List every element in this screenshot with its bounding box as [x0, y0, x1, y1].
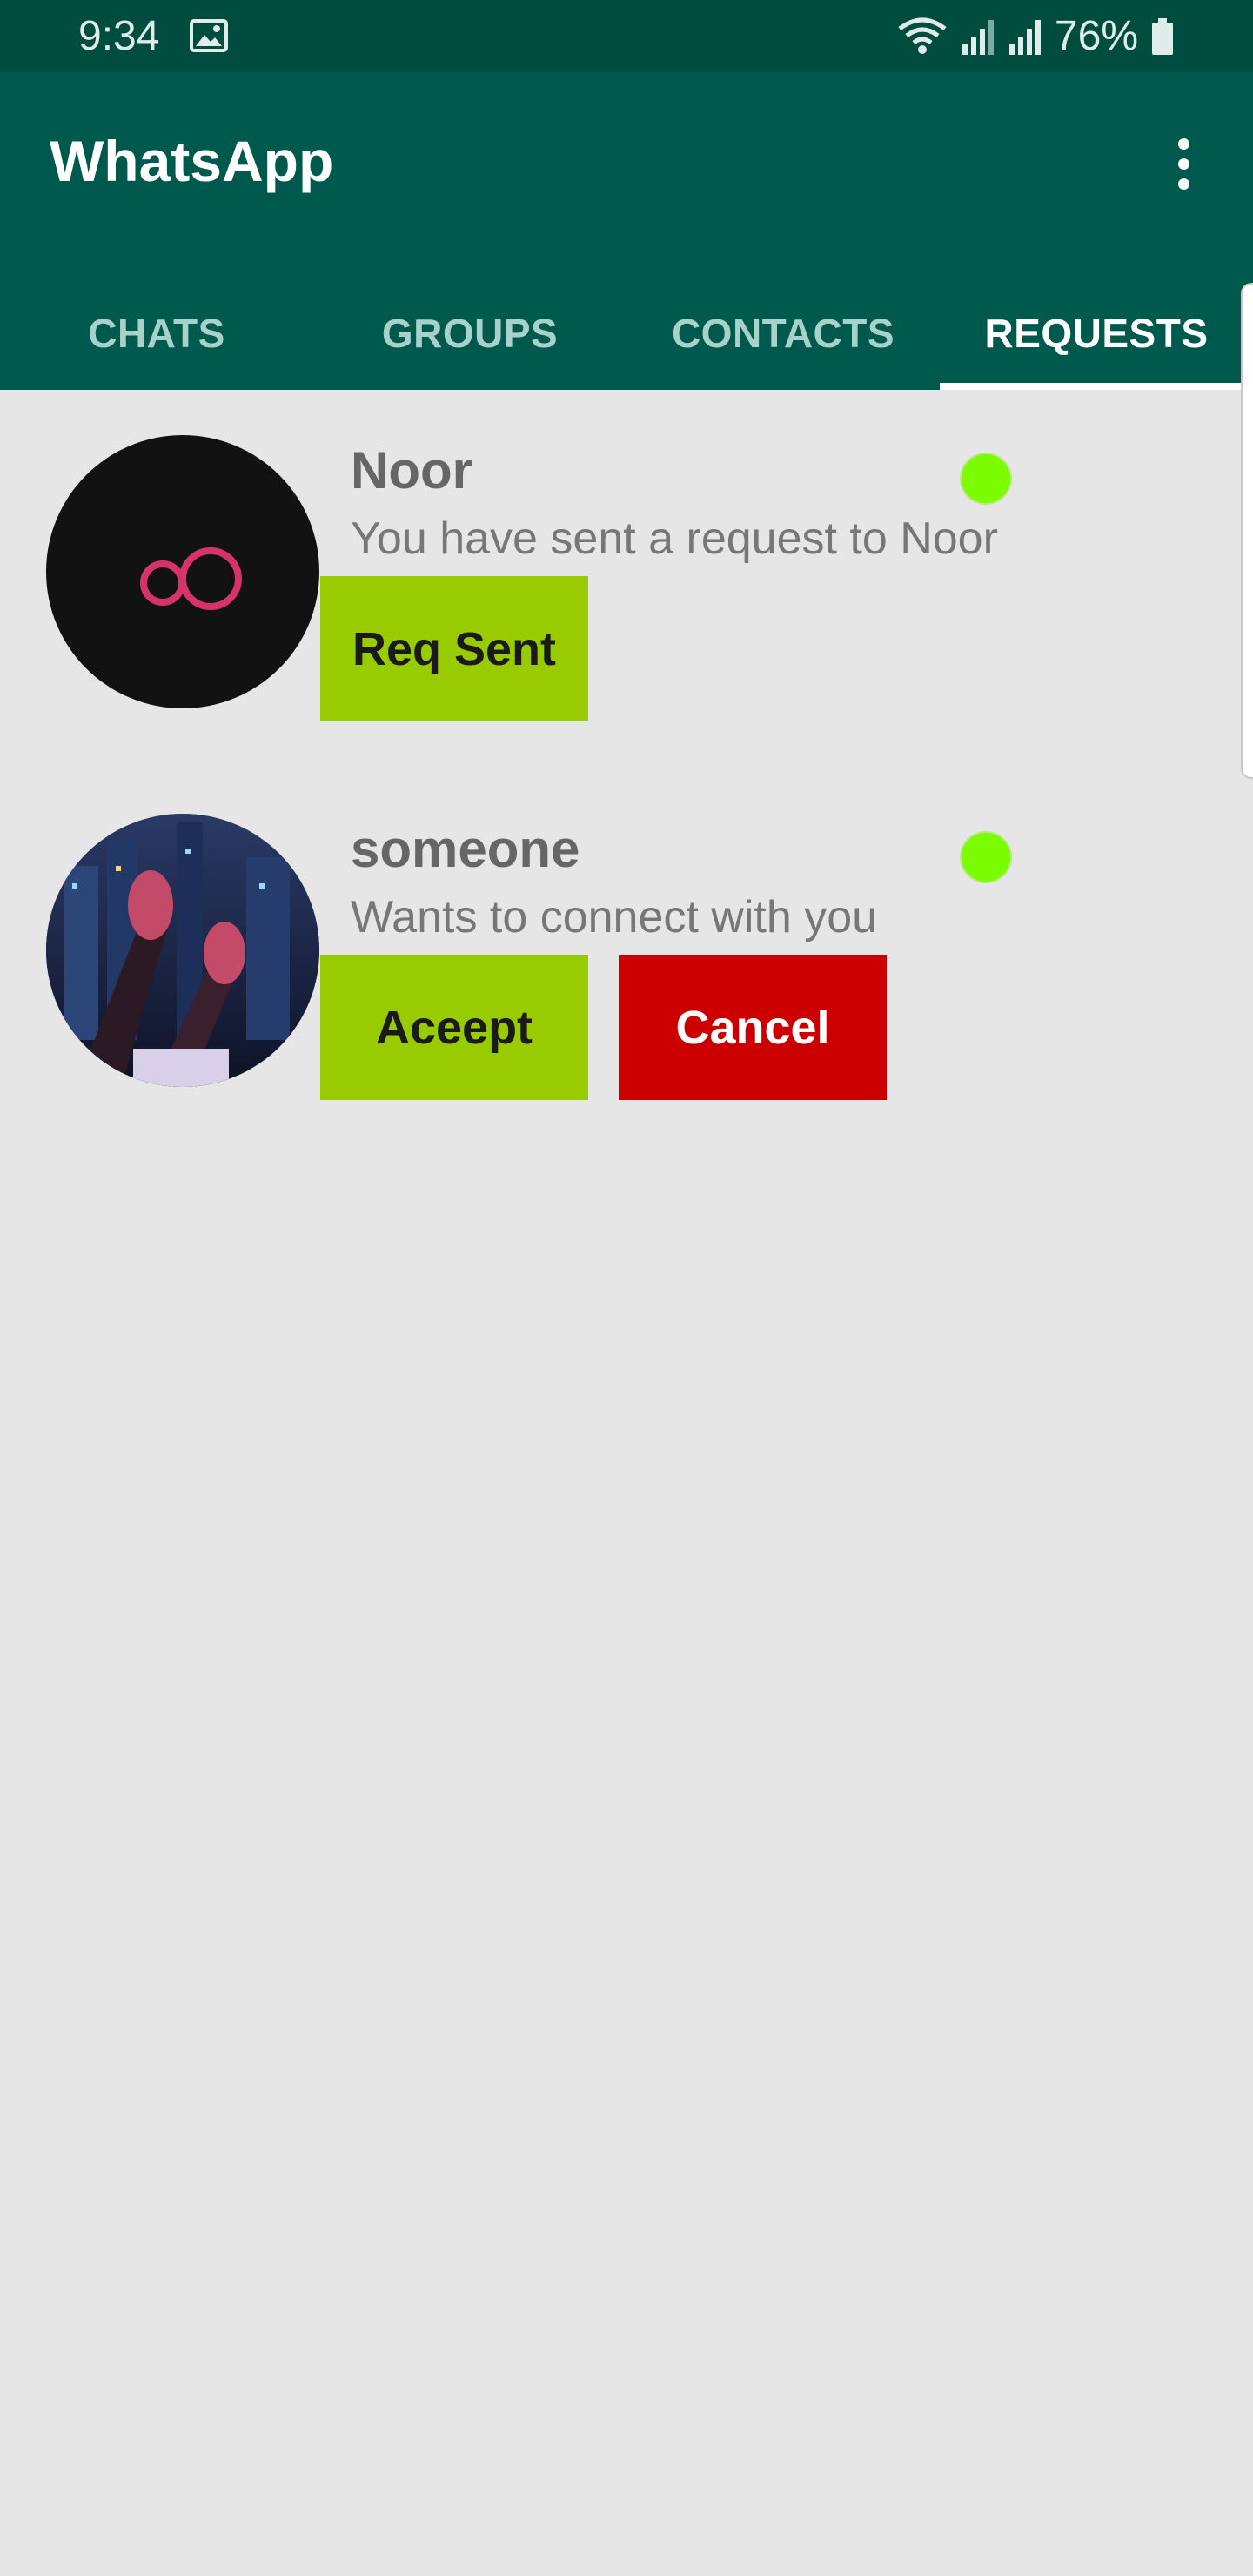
status-bar: 9:34 76%: [0, 0, 1253, 72]
cancel-button[interactable]: Cancel: [619, 955, 887, 1100]
app-title: WhatsApp: [50, 129, 334, 193]
avatar[interactable]: [46, 435, 319, 708]
wifi-icon: [898, 17, 947, 54]
tab-groups[interactable]: GROUPS: [313, 277, 626, 390]
tab-label: CHATS: [88, 311, 225, 356]
button-label: Cancel: [675, 1001, 830, 1054]
active-tab-indicator: [940, 383, 1253, 390]
battery-percentage: 76%: [1054, 13, 1138, 59]
signal-icon: [962, 20, 994, 55]
request-sent-button[interactable]: Req Sent: [320, 576, 588, 721]
avatar[interactable]: [46, 814, 319, 1087]
request-name: someone: [351, 820, 580, 878]
status-time: 9:34: [78, 13, 160, 59]
request-message: Wants to connect with you: [351, 892, 878, 943]
request-item: someone Wants to connect with you Aceept…: [0, 809, 1253, 1100]
tab-requests[interactable]: REQUESTS: [940, 277, 1253, 390]
battery-icon: [1152, 18, 1173, 55]
online-status-indicator: [960, 831, 1012, 883]
avatar-image: [46, 814, 319, 1087]
accept-button[interactable]: Aceept: [320, 955, 588, 1100]
app-bar: WhatsApp CHATS GROUPS CONTACTS REQUESTS: [0, 72, 1253, 390]
more-vert-icon-dot: [1177, 178, 1189, 190]
status-icons: 76%: [896, 9, 1175, 64]
more-vert-icon-dot: [1177, 158, 1189, 170]
signal-icon: [1008, 20, 1041, 55]
request-name: Noor: [351, 441, 472, 500]
request-message: You have sent a request to Noor: [351, 513, 998, 564]
tab-label: CONTACTS: [671, 311, 895, 356]
request-item: Noor You have sent a request to Noor Req…: [0, 431, 1253, 721]
button-label: Aceept: [375, 1001, 533, 1054]
more-vert-icon: [1177, 138, 1189, 150]
avatar-image: [140, 547, 242, 610]
tab-label: REQUESTS: [984, 311, 1209, 356]
tab-contacts[interactable]: CONTACTS: [626, 277, 940, 390]
online-status-indicator: [960, 453, 1012, 505]
more-options-button[interactable]: [1157, 120, 1209, 207]
tab-label: GROUPS: [381, 311, 559, 356]
gallery-icon: [190, 19, 228, 52]
tab-bar: CHATS GROUPS CONTACTS REQUESTS: [0, 277, 1253, 390]
button-label: Req Sent: [352, 622, 557, 675]
tab-chats[interactable]: CHATS: [0, 277, 313, 390]
